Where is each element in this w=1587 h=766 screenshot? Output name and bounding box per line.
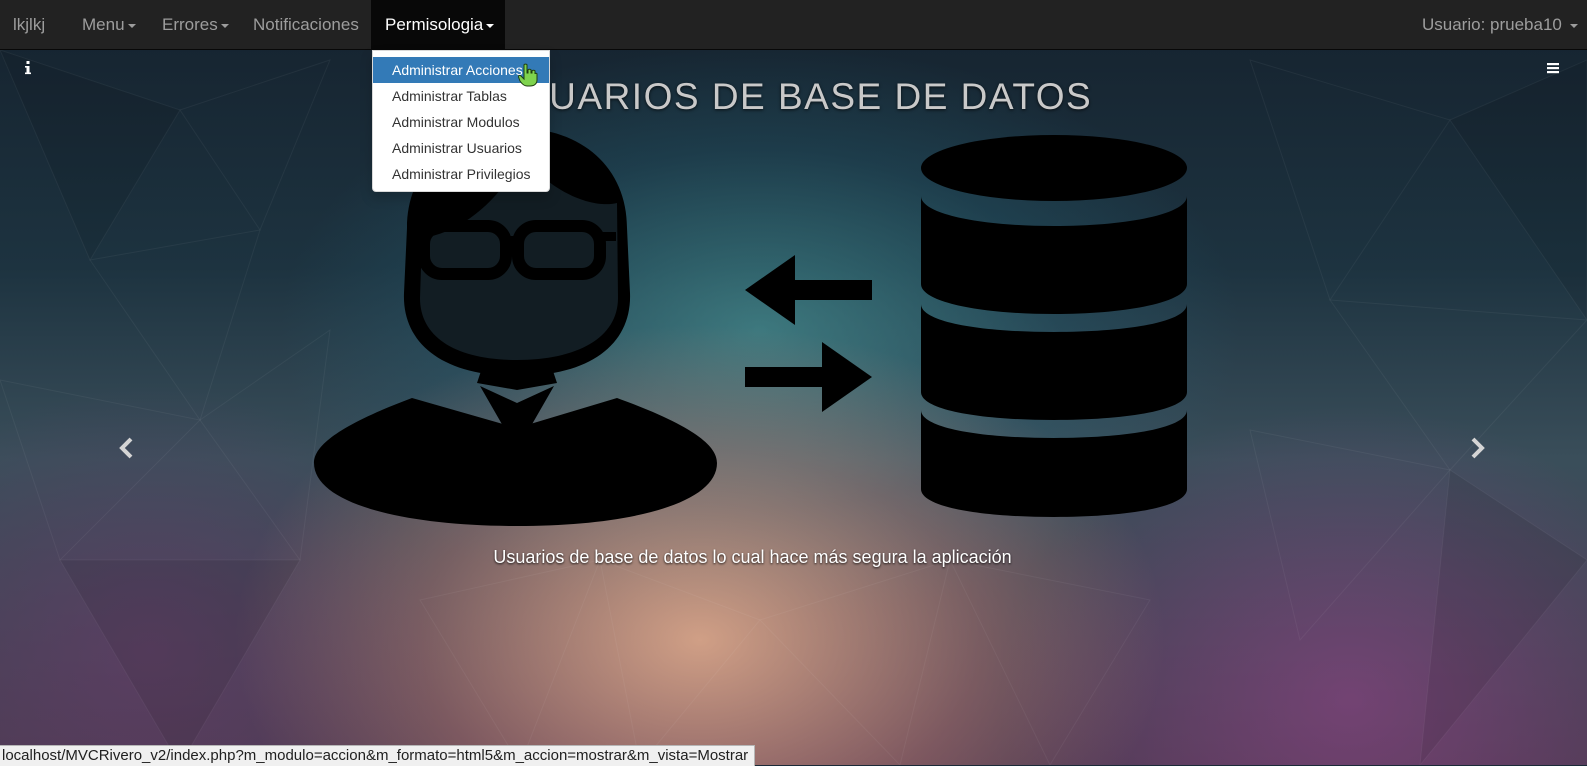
menu-item-administrar-modulos[interactable]: Administrar Modulos	[373, 109, 549, 135]
menu-item-administrar-privilegios[interactable]: Administrar Privilegios	[373, 161, 549, 187]
arrows-exchange-icon	[745, 255, 875, 420]
menu-item-administrar-usuarios[interactable]: Administrar Usuarios	[373, 135, 549, 161]
errores-label: Errores	[162, 15, 218, 34]
menu-label: Menu	[82, 15, 125, 34]
slide-description: Usuarios de base de datos lo cual hace m…	[493, 547, 1012, 567]
caret-down-icon	[220, 23, 229, 28]
hand-pointer-cursor-icon	[517, 63, 538, 92]
caret-down-icon	[1569, 23, 1578, 28]
errores-dropdown-toggle[interactable]: Errores	[162, 0, 229, 49]
notificaciones-link[interactable]: Notificaciones	[253, 0, 359, 49]
caret-down-icon	[486, 23, 495, 28]
user-label: Usuario: prueba10	[1422, 15, 1562, 34]
carousel-next-control[interactable]	[1470, 435, 1486, 465]
slide-title: USUARIOS DE BASE DE DATOS	[494, 76, 1093, 117]
permisologia-dropdown-toggle[interactable]: Permisologia	[371, 0, 505, 49]
navbar-brand[interactable]: lkjlkj	[13, 0, 45, 49]
chevron-right-icon	[1471, 437, 1485, 459]
carousel-prev-control[interactable]	[118, 435, 134, 465]
chevron-left-icon	[119, 437, 133, 459]
permisologia-label: Permisologia	[385, 15, 484, 34]
browser-status-url: localhost/MVCRivero_v2/index.php?m_modul…	[0, 745, 756, 766]
database-icon	[920, 134, 1190, 529]
top-navbar: lkjlkj Menu Errores Notificaciones Permi…	[0, 0, 1587, 50]
caret-down-icon	[127, 23, 136, 28]
user-dropdown-toggle[interactable]: Usuario: prueba10	[1422, 0, 1578, 49]
menu-dropdown-toggle[interactable]: Menu	[82, 0, 136, 49]
